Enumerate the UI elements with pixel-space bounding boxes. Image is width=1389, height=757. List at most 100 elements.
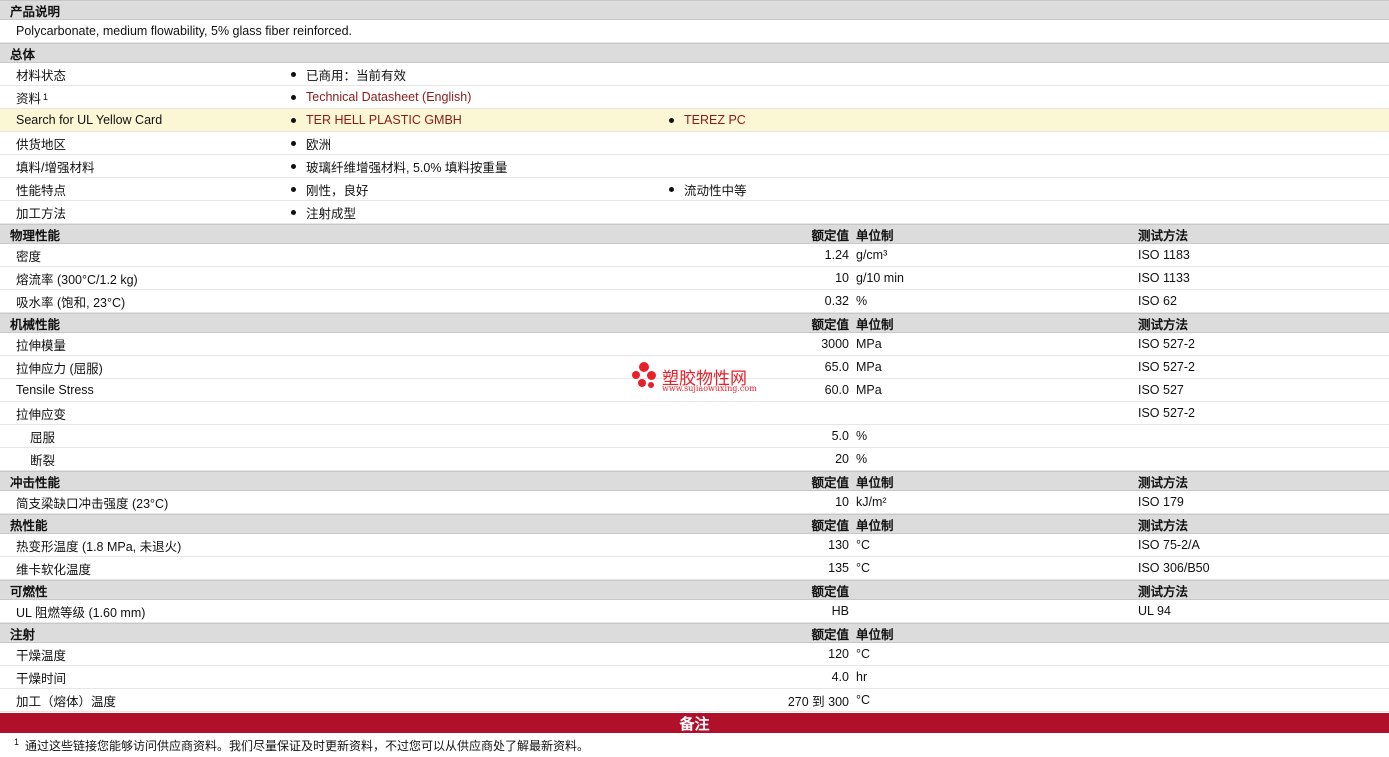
general-row-features: 性能特点 刚性，良好 流动性中等	[0, 178, 1389, 201]
property-label: 干燥时间	[16, 671, 67, 686]
property-label: 拉伸模量	[16, 338, 67, 353]
filler-value: 玻璃纤维增强材料, 5.0% 填料按重量	[291, 155, 507, 177]
notes-header: 备注	[0, 713, 1389, 733]
col-nominal: 额定值	[811, 518, 849, 533]
property-label: 维卡软化温度	[16, 562, 92, 577]
property-value: 3000	[821, 337, 849, 351]
general-row-docs: 资料 1 Technical Datasheet (English)	[0, 86, 1389, 109]
property-value: 10	[835, 495, 849, 509]
terez-pc-link[interactable]: TEREZ PC	[684, 113, 746, 127]
ul-link-2: TEREZ PC	[669, 109, 746, 131]
property-test: ISO 179	[1138, 495, 1184, 509]
col-nominal: 额定值	[811, 475, 849, 490]
property-value: 0.32	[824, 294, 849, 308]
property-value: 60.0	[824, 383, 849, 397]
processing-label: 加工方法	[16, 206, 67, 221]
col-test: 测试方法	[1138, 317, 1189, 332]
section-title: 热性能	[10, 518, 48, 533]
description-row: Polycarbonate, medium flowability, 5% gl…	[0, 20, 1389, 43]
property-unit: %	[856, 452, 868, 466]
col-nominal: 额定值	[811, 584, 849, 599]
section-header-mechanical: 机械性能 额定值 单位制 测试方法	[0, 313, 1389, 333]
section-header-general: 总体	[0, 43, 1389, 63]
property-unit: MPa	[856, 383, 882, 397]
property-row: 密度 1.24 g/cm³ ISO 1183	[0, 244, 1389, 267]
section-header-thermal: 热性能 额定值 单位制 测试方法	[0, 514, 1389, 534]
logo-dots-icon	[632, 362, 658, 392]
ul-link-1: TER HELL PLASTIC GMBH	[291, 109, 462, 131]
property-row: 干燥时间 4.0 hr	[0, 666, 1389, 689]
col-test: 测试方法	[1138, 228, 1189, 243]
property-label: 密度	[16, 249, 42, 264]
bullet-icon	[291, 209, 296, 215]
status-label: 材料状态	[16, 68, 67, 83]
section-header-injection: 注射 额定值 单位制	[0, 623, 1389, 643]
datasheet: 产品说明 Polycarbonate, medium flowability, …	[0, 0, 1389, 757]
section-title: 总体	[10, 47, 36, 62]
property-value: 120	[828, 647, 849, 661]
property-unit: g/10 min	[856, 271, 904, 285]
property-test: ISO 527-2	[1138, 360, 1195, 374]
col-unit: 单位制	[856, 317, 894, 332]
property-value: HB	[831, 604, 849, 618]
section-title: 产品说明	[10, 4, 61, 19]
property-test: ISO 62	[1138, 294, 1177, 308]
footnote-number: 1	[14, 737, 20, 747]
property-row: 干燥温度 120 °C	[0, 643, 1389, 666]
watermark-url: www.sujiaowuxing.com	[662, 384, 757, 393]
property-value: 270 到 300	[787, 694, 849, 709]
property-test: ISO 306/B50	[1138, 561, 1210, 575]
bullet-icon	[291, 140, 296, 146]
property-test: ISO 527-2	[1138, 406, 1195, 420]
property-row: 屈服 5.0 %	[0, 425, 1389, 448]
property-test: ISO 1183	[1138, 248, 1190, 262]
property-label: Tensile Stress	[16, 383, 94, 397]
col-unit: 单位制	[856, 627, 894, 642]
property-label: 屈服	[30, 430, 56, 445]
status-value: 已商用：当前有效	[291, 63, 406, 85]
property-unit: °C	[856, 693, 871, 707]
bullet-icon	[291, 163, 296, 169]
property-label: 加工（熔体）温度	[16, 694, 117, 709]
property-row: 吸水率 (饱和, 23°C) 0.32 % ISO 62	[0, 290, 1389, 313]
col-nominal: 额定值	[811, 627, 849, 642]
property-row: 断裂 20 %	[0, 448, 1389, 471]
property-unit: °C	[856, 538, 871, 552]
section-header-impact: 冲击性能 额定值 单位制 测试方法	[0, 471, 1389, 491]
property-label: 热变形温度 (1.8 MPa, 未退火)	[16, 539, 182, 554]
property-unit: °C	[856, 561, 871, 575]
ter-hell-link[interactable]: TER HELL PLASTIC GMBH	[306, 113, 462, 127]
features-label: 性能特点	[16, 183, 67, 198]
technical-datasheet-link[interactable]: Technical Datasheet (English)	[306, 90, 471, 104]
property-row: 拉伸应变 ISO 527-2	[0, 402, 1389, 425]
bullet-icon	[291, 71, 296, 77]
property-value: 4.0	[831, 670, 849, 684]
property-test: ISO 527	[1138, 383, 1184, 397]
ul-search-label: Search for UL Yellow Card	[16, 113, 163, 127]
col-unit: 单位制	[856, 228, 894, 243]
property-unit: %	[856, 294, 868, 308]
general-row-status: 材料状态 已商用：当前有效	[0, 63, 1389, 86]
property-label: UL 阻燃等级 (1.60 mm)	[16, 605, 146, 620]
property-row: 拉伸模量 3000 MPa ISO 527-2	[0, 333, 1389, 356]
property-unit: kJ/m²	[856, 495, 887, 509]
section-title: 冲击性能	[10, 475, 61, 490]
property-unit: g/cm³	[856, 248, 888, 262]
property-value: 10	[835, 271, 849, 285]
docs-value: Technical Datasheet (English)	[291, 86, 471, 108]
col-unit: 单位制	[856, 475, 894, 490]
property-row: 简支梁缺口冲击强度 (23°C) 10 kJ/m² ISO 179	[0, 491, 1389, 514]
property-unit: MPa	[856, 360, 882, 374]
property-unit: hr	[856, 670, 868, 684]
section-header-physical: 物理性能 额定值 单位制 测试方法	[0, 224, 1389, 244]
features-value-2: 流动性中等	[669, 178, 747, 200]
footnote-text: 1 通过这些链接您能够访问供应商资料。我们尽量保证及时更新资料，不过您可以从供应商…	[14, 737, 590, 753]
property-row: 熔流率 (300°C/1.2 kg) 10 g/10 min ISO 1133	[0, 267, 1389, 290]
filler-label: 填料/增强材料	[16, 160, 95, 175]
property-label: 断裂	[30, 453, 56, 468]
property-unit: °C	[856, 647, 871, 661]
property-label: 拉伸应变	[16, 407, 67, 422]
bullet-icon	[291, 117, 296, 123]
general-row-region: 供货地区 欧洲	[0, 132, 1389, 155]
section-title: 机械性能	[10, 317, 61, 332]
